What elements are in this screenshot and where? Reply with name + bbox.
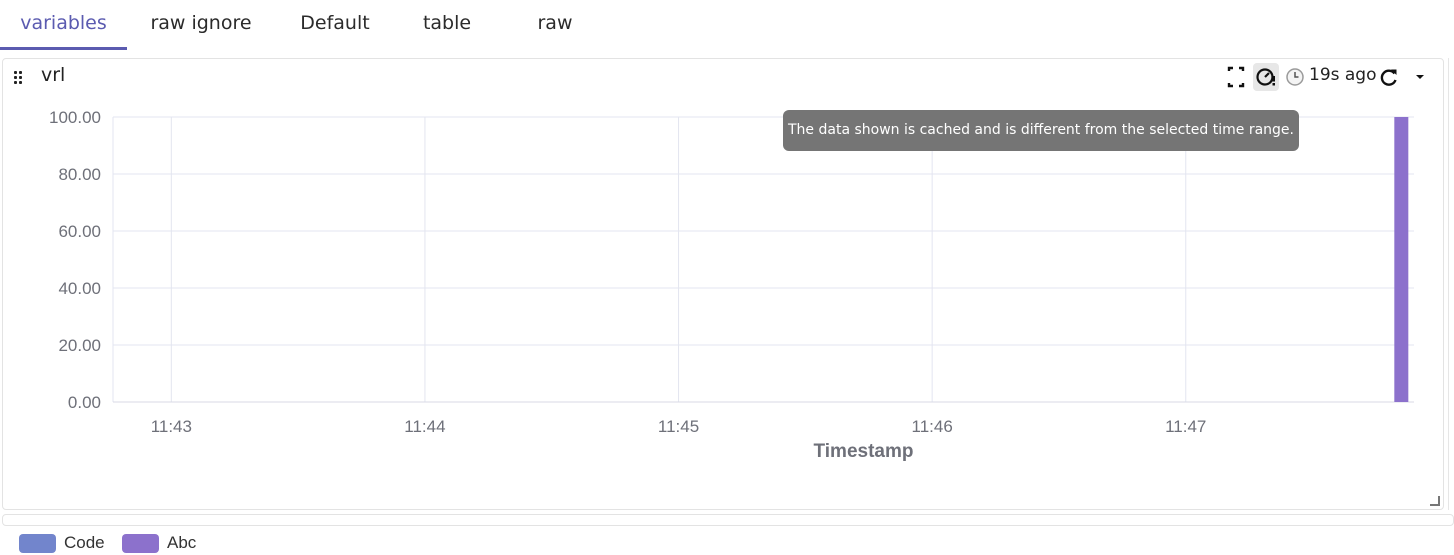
y-tick-label: 20.00 [58,336,101,355]
y-tick-label: 0.00 [68,393,101,412]
y-tick-label: 40.00 [58,279,101,298]
legend-label-code: Code [64,533,105,552]
y-tick-label: 60.00 [58,222,101,241]
legend-item-abc[interactable]: Abc [122,533,212,555]
y-tick-label: 80.00 [58,165,101,184]
legend-swatch-code [19,534,56,553]
cache-tooltip: The data shown is cached and is differen… [783,110,1299,151]
x-axis-title: Timestamp [814,441,914,462]
legend-swatch-abc [122,534,159,553]
legend-item-code[interactable]: Code [19,533,119,555]
next-panel [2,514,1454,526]
x-tick-label: 11:44 [404,417,445,436]
bar-abc [1394,117,1409,402]
x-tick-label: 11:47 [1165,417,1206,436]
y-tick-label: 100.00 [49,108,101,127]
x-tick-label: 11:46 [912,417,953,436]
legend-label-abc: Abc [167,533,197,552]
resize-handle-icon[interactable] [1430,496,1440,506]
bar-chart: 100.00 80.00 60.00 40.00 20.00 0.00 11:43 11:44… [49,108,1414,462]
x-tick-label: 11:45 [658,417,699,436]
x-tick-label: 11:43 [151,417,192,436]
